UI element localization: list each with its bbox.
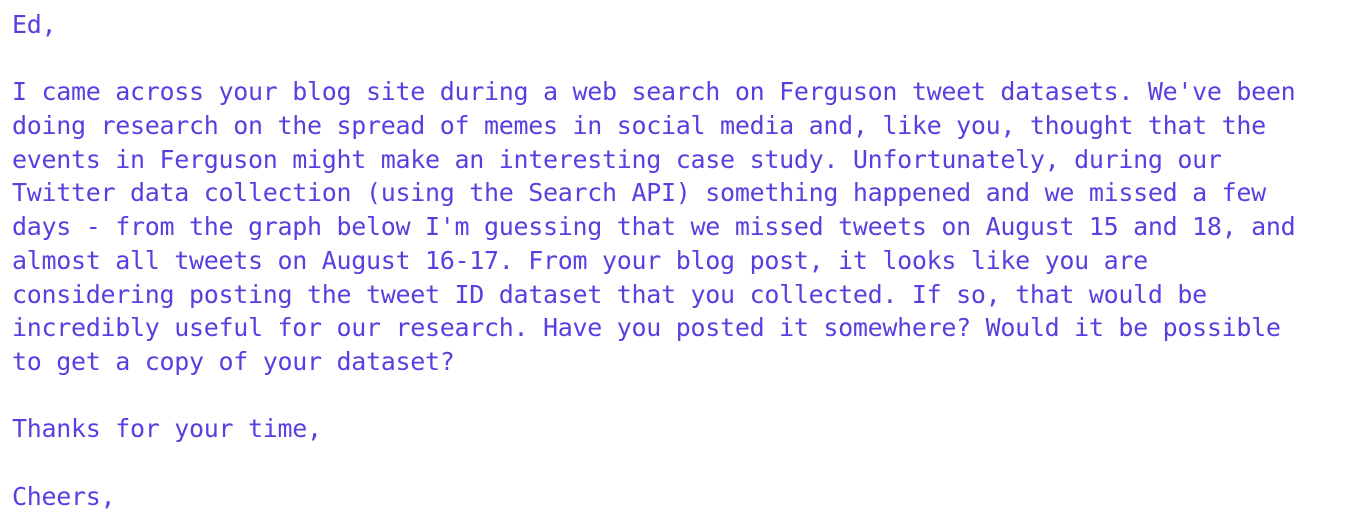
email-body-paragraph: I came across your blog site during a we… bbox=[12, 75, 1357, 378]
body-line: doing research on the spread of memes in… bbox=[12, 111, 1266, 141]
body-line: I came across your blog site during a we… bbox=[12, 77, 1296, 107]
greeting-line: Ed, bbox=[12, 10, 57, 39]
body-line: to get a copy of your dataset? bbox=[12, 346, 455, 376]
body-line: almost all tweets on August 16-17. From … bbox=[12, 245, 1148, 275]
email-message: Ed, I came across your blog site during … bbox=[12, 8, 1357, 513]
body-line: events in Ferguson might make an interes… bbox=[12, 144, 1222, 174]
thanks-line: Thanks for your time, bbox=[12, 414, 322, 444]
signoff-line: Cheers, bbox=[12, 481, 116, 511]
body-line: days - from the graph below I'm guessing… bbox=[12, 212, 1296, 242]
body-line: considering posting the tweet ID dataset… bbox=[12, 279, 1207, 309]
body-line: Twitter data collection (using the Searc… bbox=[12, 178, 1266, 208]
body-line: incredibly useful for our research. Have… bbox=[12, 313, 1281, 343]
